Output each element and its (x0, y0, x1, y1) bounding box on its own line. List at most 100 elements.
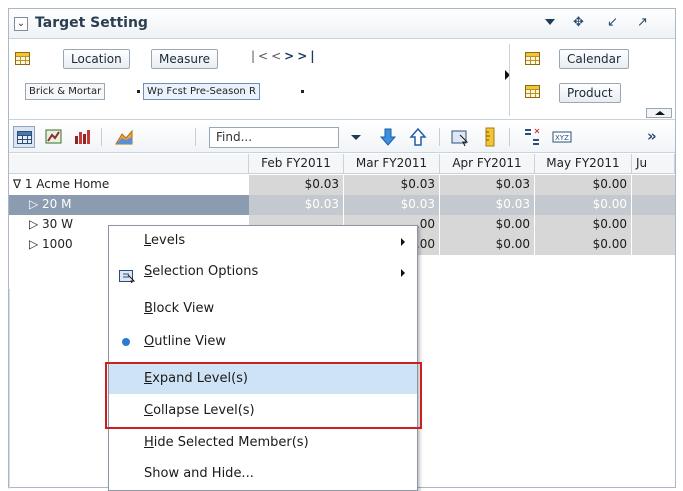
value-cell[interactable]: $0.00 (535, 195, 632, 215)
wp-fcst-chip[interactable]: Wp Fcst Pre-Season R (143, 83, 260, 100)
toolbar-separator (195, 128, 196, 146)
submenu-arrow-icon (401, 238, 405, 246)
find-previous-icon[interactable] (407, 126, 429, 148)
menu-item-hide-selected[interactable]: Hide Selected Member(s) (109, 428, 417, 458)
value-cell[interactable]: $0.03 (440, 195, 535, 215)
ruler-icon[interactable] (479, 126, 501, 148)
column-header[interactable]: Mar FY2011 (344, 154, 440, 174)
menu-item-outline-view[interactable]: Outline View (109, 327, 417, 357)
selection-icon[interactable] (449, 126, 471, 148)
value-cell[interactable]: $0.03 (440, 175, 535, 195)
find-input[interactable]: Find... (209, 127, 339, 148)
menu-item-label: utline View (154, 334, 227, 349)
value-cell[interactable]: $0.00 (440, 215, 535, 235)
swap-axes-icon[interactable] (521, 126, 543, 148)
chip-separator (137, 90, 140, 93)
chip-separator (301, 90, 304, 93)
dropdown-icon[interactable] (545, 19, 555, 25)
collapse-icon[interactable]: ⌄ (14, 17, 28, 31)
menu-item-label: xpand Level(s) (152, 371, 248, 386)
toolbar: Find... XYZ » (9, 121, 675, 153)
value-cell[interactable]: $0.03 (344, 175, 440, 195)
expand-icon[interactable]: ↗ (637, 15, 648, 30)
menu-item-collapse-levels[interactable]: Collapse Level(s) (109, 396, 417, 426)
value-cell[interactable]: $0.00 (535, 235, 632, 255)
column-axis-icon (525, 52, 540, 65)
value-cell[interactable] (632, 175, 675, 195)
value-cell[interactable] (632, 215, 675, 235)
value-cell[interactable] (632, 195, 675, 215)
move-icon[interactable]: ✥ (573, 15, 584, 30)
selection-options-icon (119, 265, 136, 284)
selected-bullet-icon (122, 338, 130, 346)
find-dropdown-icon[interactable] (351, 135, 361, 140)
column-header[interactable]: May FY2011 (535, 154, 632, 174)
value-cell[interactable]: $0.00 (535, 175, 632, 195)
value-cell[interactable]: $0.03 (344, 195, 440, 215)
pivot-divider (509, 44, 510, 116)
value-cell[interactable] (632, 235, 675, 255)
accelerator-key: O (144, 334, 155, 349)
panel-title: Target Setting (35, 15, 148, 31)
xyz-icon[interactable]: XYZ (551, 126, 573, 148)
tile-navigation[interactable]: |<<>>| (251, 49, 318, 63)
brick-mortar-chip[interactable]: Brick & Mortar (25, 83, 106, 100)
column-axis-icon-2 (525, 85, 540, 98)
accelerator-key: L (144, 233, 152, 248)
row-label[interactable]: ∇ 1 Acme Home (9, 175, 249, 195)
accelerator-key: E (144, 371, 153, 386)
menu-item-label: ollapse Level(s) (153, 403, 255, 418)
more-icon[interactable]: » (647, 126, 669, 148)
last-icon[interactable]: >| (297, 49, 317, 63)
menu-item-label: Show and Hide... (144, 466, 254, 481)
row-label[interactable]: ▷ 20 M (9, 195, 249, 215)
grid-edge (9, 289, 10, 489)
table-row-selected[interactable]: ▷ 20 M $0.03 $0.03 $0.03 $0.00 (9, 195, 675, 215)
column-header[interactable]: Apr FY2011 (440, 154, 535, 174)
menu-item-show-and-hide[interactable]: Show and Hide... (109, 459, 417, 489)
value-cell[interactable]: $0.03 (249, 175, 344, 195)
area-chart-icon[interactable] (113, 126, 135, 148)
context-menu: Levels Selection Options Block View Outl… (108, 225, 418, 491)
column-header[interactable]: Feb FY2011 (249, 154, 344, 174)
menu-item-label: lock View (152, 301, 215, 316)
find-next-icon[interactable] (377, 126, 399, 148)
pivot-area: Location Measure |<<>>| Brick & Mortar W… (9, 40, 675, 120)
menu-item-expand-levels[interactable]: Expand Level(s) (109, 364, 417, 394)
table-row[interactable]: ∇ 1 Acme Home $0.03 $0.03 $0.03 $0.00 (9, 175, 675, 195)
next-icon[interactable]: > (284, 49, 297, 63)
first-icon[interactable]: |< (251, 49, 271, 63)
location-tile[interactable]: Location (63, 49, 130, 69)
menu-item-label: evels (151, 233, 186, 248)
scroll-up-icon[interactable] (646, 108, 672, 118)
value-cell[interactable]: $0.03 (249, 195, 344, 215)
prev-icon[interactable]: < (271, 49, 284, 63)
toolbar-separator (509, 128, 510, 146)
menu-item-levels[interactable]: Levels (109, 226, 417, 256)
submenu-arrow-icon (401, 269, 405, 277)
table-view-icon[interactable] (13, 126, 35, 148)
menu-item-label: election Options (152, 264, 259, 279)
menu-item-label: ide Selected Member(s) (153, 435, 309, 450)
product-tile[interactable]: Product (559, 83, 621, 103)
calendar-tile[interactable]: Calendar (559, 49, 629, 69)
bar-chart-icon[interactable] (71, 126, 93, 148)
toolbar-separator (101, 128, 102, 146)
header-row: Feb FY2011 Mar FY2011 Apr FY2011 May FY2… (9, 154, 675, 174)
column-header[interactable]: Ju (632, 154, 675, 174)
value-cell[interactable]: $0.00 (535, 215, 632, 235)
menu-item-block-view[interactable]: Block View (109, 294, 417, 324)
accelerator-key: B (144, 301, 153, 316)
svg-text:XYZ: XYZ (555, 134, 569, 142)
row-axis-icon (15, 52, 30, 65)
accelerator-key: H (144, 435, 154, 450)
accelerator-key: C (144, 403, 154, 418)
chart-table-icon[interactable] (43, 126, 65, 148)
measure-tile[interactable]: Measure (151, 49, 218, 69)
panel-header: ⌄ Target Setting ✥ ↙ ↗ (9, 9, 675, 39)
shrink-icon[interactable]: ↙ (607, 15, 618, 30)
value-cell[interactable]: $0.00 (440, 235, 535, 255)
menu-item-selection-options[interactable]: Selection Options (109, 257, 417, 287)
corner-cell (9, 154, 249, 174)
toolbar-separator (439, 128, 440, 146)
